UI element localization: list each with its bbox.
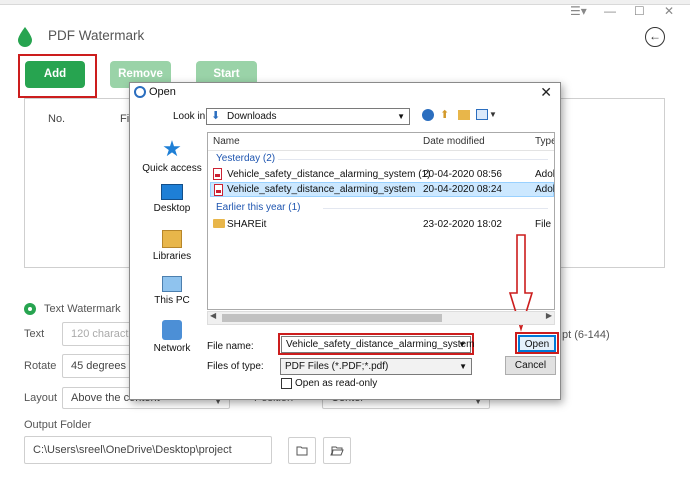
sidebar-item-this-pc[interactable]: This PC [138, 276, 206, 306]
up-folder-icon[interactable]: ⬆ [440, 108, 449, 121]
open-folder-button[interactable] [323, 437, 351, 464]
network-icon [162, 320, 182, 340]
list-item-selected[interactable]: Vehicle_safety_distance_alarming_system … [210, 182, 554, 197]
read-only-checkbox[interactable] [281, 378, 292, 389]
sidebar-item-label: Desktop [153, 203, 191, 214]
close-icon[interactable]: ✕ [664, 4, 674, 18]
output-folder-label: Output Folder [24, 419, 92, 431]
open-button[interactable]: Open [518, 335, 556, 352]
folder-icon [296, 446, 308, 456]
sidebar-item-network[interactable]: Network [138, 320, 206, 354]
minimize-icon[interactable]: — [604, 4, 616, 18]
view-menu-icon[interactable] [476, 109, 488, 120]
text-label: Text [24, 328, 45, 340]
pdf-icon [214, 184, 223, 196]
file-list-header: Name Date modified Type [208, 133, 554, 151]
column-header-no: No. [48, 113, 66, 125]
pdf-icon [213, 168, 222, 180]
chevron-down-icon[interactable]: ▼ [489, 110, 497, 119]
sidebar-item-label: Libraries [152, 251, 192, 262]
file-type: Adob [535, 169, 554, 180]
open-dialog: Open ✕ Look in: ⬇ Downloads ▼ ⬆ ▼ ★ Quic… [129, 82, 561, 400]
column-header-type[interactable]: Type [535, 136, 554, 147]
group-header[interactable]: Earlier this year (1) [216, 202, 300, 213]
chevron-down-icon: ▼ [459, 362, 467, 371]
look-in-value: Downloads [227, 111, 277, 122]
browse-folder-button[interactable] [288, 437, 316, 464]
sidebar-item-libraries[interactable]: Libraries [138, 230, 206, 262]
droplet-logo-icon [18, 27, 32, 47]
libraries-icon [162, 230, 182, 248]
download-arrow-icon: ⬇ [211, 110, 221, 122]
arrow-left-icon: ← [649, 29, 661, 43]
look-in-label: Look in: [173, 111, 209, 122]
group-divider [278, 159, 548, 160]
app-icon [134, 86, 146, 98]
chevron-down-icon: ▼ [458, 340, 466, 349]
back-button[interactable]: ← [645, 27, 665, 47]
list-item[interactable]: SHAREit 23-02-2020 18:02 File fo [210, 217, 554, 232]
file-date: 23-02-2020 18:02 [423, 219, 502, 230]
sidebar-item-label: Quick access [142, 163, 202, 174]
list-item[interactable]: Vehicle_safety_distance_alarming_system … [210, 167, 554, 182]
rotate-label: Rotate [24, 360, 57, 372]
font-size-hint: pt (6-144) [562, 329, 610, 341]
star-icon: ★ [162, 136, 182, 161]
scrollbar-thumb[interactable] [222, 314, 442, 322]
new-folder-icon[interactable] [458, 110, 470, 120]
file-name-value: Vehicle_safety_distance_alarming_system [286, 339, 475, 350]
text-watermark-label: Text Watermark [44, 303, 121, 315]
dialog-titlebar: Open ✕ [130, 83, 560, 102]
file-type: File fo [535, 219, 554, 230]
group-header[interactable]: Yesterday (2) [216, 153, 275, 164]
places-sidebar: ★ Quick access Desktop Libraries This PC [138, 132, 206, 312]
chevron-down-icon: ▼ [397, 112, 405, 121]
menu-icon[interactable]: ☰▾ [570, 4, 587, 18]
file-name: SHAREit [227, 219, 267, 230]
column-header-name[interactable]: Name [213, 136, 240, 147]
file-date: 20-04-2020 08:24 [423, 184, 502, 195]
sidebar-item-label: Network [153, 343, 191, 354]
text-watermark-radio[interactable] [24, 303, 36, 315]
file-name-label: File name: [207, 341, 254, 352]
file-type-select[interactable]: PDF Files (*.PDF;*.pdf) ▼ [280, 358, 472, 375]
desktop-icon [161, 184, 183, 200]
layout-label: Layout [24, 392, 58, 404]
sidebar-item-quick-access[interactable]: ★ Quick access [138, 136, 206, 175]
file-type: Adob [535, 184, 554, 195]
group-divider [323, 208, 548, 209]
scroll-left-icon[interactable]: ◀ [210, 311, 216, 320]
folder-icon [213, 219, 225, 228]
read-only-label: Open as read-only [295, 378, 378, 389]
file-type-value: PDF Files (*.PDF;*.pdf) [285, 361, 389, 372]
file-type-label: Files of type: [207, 361, 264, 372]
output-folder-input[interactable]: C:\Users\sreel\OneDrive\Desktop\project [24, 436, 272, 464]
look-in-select[interactable]: ⬇ Downloads ▼ [206, 108, 410, 125]
file-name: Vehicle_safety_distance_alarming_system [227, 184, 416, 195]
file-date: 20-04-2020 08:56 [423, 169, 502, 180]
file-list: Name Date modified Type Yesterday (2) Ve… [207, 132, 555, 310]
app-title: PDF Watermark [48, 28, 145, 43]
file-name-input[interactable]: Vehicle_safety_distance_alarming_system … [281, 336, 475, 353]
computer-icon [162, 276, 182, 292]
horizontal-scrollbar[interactable]: ◀ ▶ [207, 311, 555, 325]
sidebar-item-label: This PC [154, 295, 190, 306]
sidebar-item-desktop[interactable]: Desktop [138, 184, 206, 214]
dialog-close-icon[interactable]: ✕ [540, 84, 552, 101]
dialog-title: Open [149, 86, 176, 98]
file-name: Vehicle_safety_distance_alarming_system … [227, 169, 431, 180]
cancel-button[interactable]: Cancel [505, 356, 556, 375]
scroll-right-icon[interactable]: ▶ [546, 311, 552, 320]
column-header-file: Fi [120, 113, 130, 125]
column-header-date[interactable]: Date modified [423, 136, 485, 147]
add-button[interactable]: Add [25, 61, 85, 88]
folder-open-icon [330, 446, 344, 456]
maximize-icon[interactable]: ☐ [634, 4, 645, 18]
back-nav-icon[interactable] [422, 109, 434, 121]
